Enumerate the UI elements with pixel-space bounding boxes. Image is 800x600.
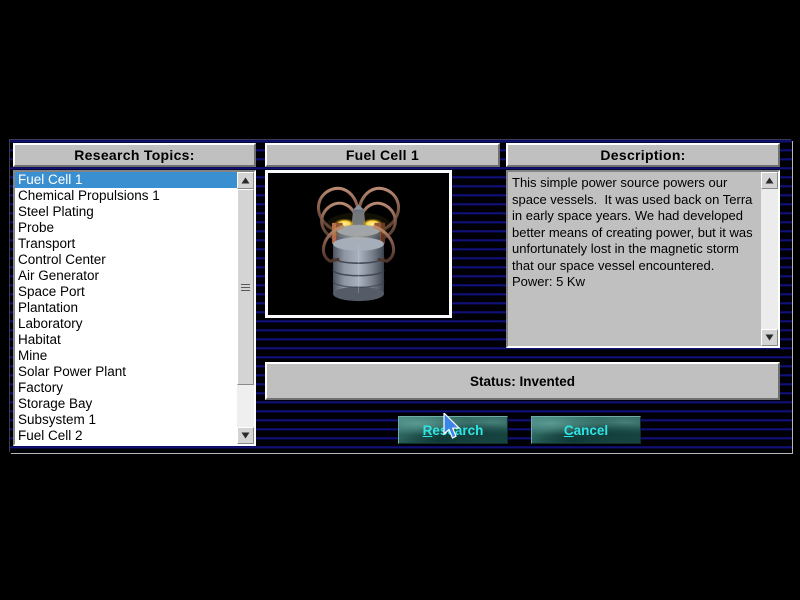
topics-scroll-up-icon[interactable] (237, 172, 254, 189)
topics-scroll-track[interactable] (237, 189, 254, 427)
description-scroll-track[interactable] (761, 189, 778, 329)
description-header: Description: (506, 143, 780, 167)
topic-list-item[interactable]: Probe (15, 220, 237, 236)
item-preview-image-frame (265, 170, 452, 318)
topic-list-item[interactable]: Space Port (15, 284, 237, 300)
topic-list-item[interactable]: Fuel Cell 2 (15, 428, 237, 444)
cancel-button[interactable]: Cancel (531, 416, 641, 444)
description-textbox[interactable]: This simple power source powers our spac… (506, 170, 780, 348)
topic-list-item[interactable]: Habitat (15, 332, 237, 348)
topics-scroll-down-icon[interactable] (237, 427, 254, 444)
selected-item-title-header: Fuel Cell 1 (265, 143, 500, 167)
topic-list-item[interactable]: Mine (15, 348, 237, 364)
research-topics-listbox[interactable]: Fuel Cell 1 Chemical Propulsions 1 Steel P… (13, 170, 256, 446)
topic-list-item[interactable]: Air Generator (15, 268, 237, 284)
game-screen: Research Topics: Fuel Cell 1 Description… (0, 0, 800, 600)
topic-list-item[interactable]: Subsystem 1 (15, 412, 237, 428)
cancel-button-label: Cancel (563, 422, 609, 438)
description-scroll-up-icon[interactable] (761, 172, 778, 189)
topic-list-item[interactable]: Control Center (15, 252, 237, 268)
topic-list-item[interactable]: Chemical Propulsions 1 (15, 188, 237, 204)
research-topics-header: Research Topics: (13, 143, 256, 167)
topic-list-item[interactable]: Plantation (15, 300, 237, 316)
topic-list-item[interactable]: Laboratory (15, 316, 237, 332)
research-button[interactable]: Research (398, 416, 508, 444)
topics-scroll-grip-icon (241, 283, 250, 291)
topic-list-item[interactable]: Storage Bay (15, 396, 237, 412)
topics-scroll-thumb[interactable] (237, 189, 254, 385)
topic-list-item[interactable]: Transport (15, 236, 237, 252)
topic-list-item[interactable]: Factory (15, 380, 237, 396)
topic-list-item[interactable]: Solar Power Plant (15, 364, 237, 380)
description-scrollbar[interactable] (761, 172, 778, 346)
research-button-label: Research (422, 422, 484, 438)
description-scroll-down-icon[interactable] (761, 329, 778, 346)
fuel-cell-render-image (268, 173, 449, 315)
topic-list-item[interactable]: Fuel Cell 1 (15, 172, 237, 188)
research-topics-list[interactable]: Fuel Cell 1 Chemical Propulsions 1 Steel P… (15, 172, 237, 444)
status-bar: Status: Invented (265, 362, 780, 400)
topics-scrollbar[interactable] (237, 172, 254, 444)
description-text: This simple power source powers our spac… (512, 175, 757, 289)
topic-list-item[interactable]: Steel Plating (15, 204, 237, 220)
